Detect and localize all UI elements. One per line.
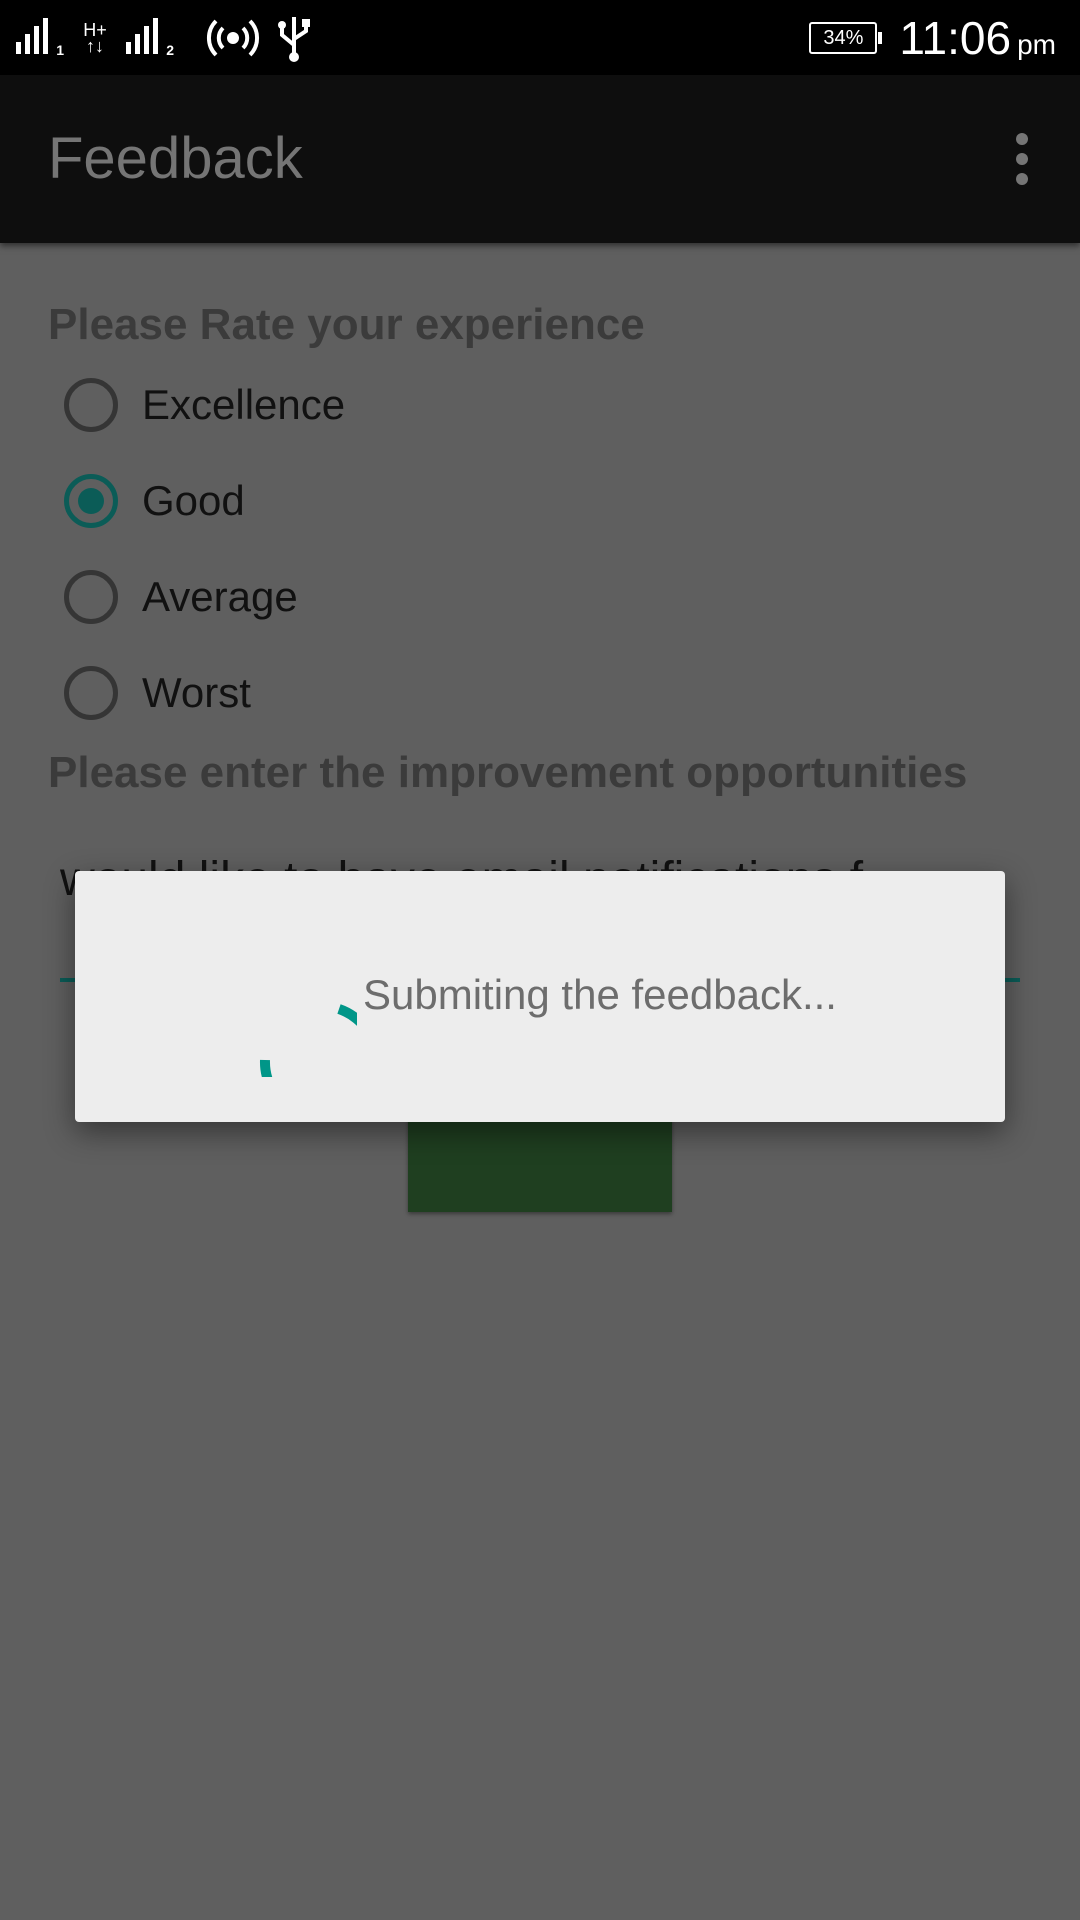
- usb-icon: [278, 17, 310, 62]
- radio-label: Good: [142, 477, 245, 524]
- clock-ampm: pm: [1017, 29, 1056, 60]
- submit-button[interactable]: [408, 1108, 672, 1212]
- signal-sim2-icon: 2: [126, 18, 174, 58]
- app-title: Feedback: [48, 126, 303, 191]
- signal-sim1-icon: 1: [16, 18, 64, 58]
- hotspot-icon: [206, 19, 260, 57]
- radio-option-excellence[interactable]: Excellence: [64, 370, 345, 440]
- radio-label: Worst: [142, 669, 251, 716]
- sim1-index: 1: [56, 42, 64, 58]
- radio-button[interactable]: [64, 378, 118, 432]
- radio-button[interactable]: [64, 666, 118, 720]
- rating-heading: Please Rate your experience: [48, 300, 645, 349]
- radio-button[interactable]: [64, 570, 118, 624]
- radio-button-checked[interactable]: [64, 474, 118, 528]
- status-bar: 1 H+ ↑↓ 2 34% 11:06 pm: [0, 0, 1080, 75]
- more-vert-icon[interactable]: [994, 131, 1050, 187]
- loading-spinner-icon: [259, 1004, 357, 1077]
- progress-dialog: Submiting the feedback...: [75, 871, 1005, 1122]
- radio-option-worst[interactable]: Worst: [64, 658, 251, 728]
- sim2-index: 2: [166, 42, 174, 58]
- radio-option-average[interactable]: Average: [64, 562, 298, 632]
- radio-label: Average: [142, 573, 298, 620]
- radio-label: Excellence: [142, 381, 346, 428]
- data-arrows-icon: H+ ↑↓: [78, 21, 112, 55]
- clock-time: 11:06: [899, 12, 1012, 64]
- radio-option-good[interactable]: Good: [64, 466, 245, 536]
- battery-icon: 34%: [809, 22, 883, 54]
- dialog-message: Submiting the feedback...: [363, 971, 837, 1018]
- app-bar: Feedback: [0, 75, 1080, 243]
- clock: 11:06 pm: [899, 11, 1056, 65]
- improvement-heading: Please enter the improvement opportuniti…: [48, 748, 968, 797]
